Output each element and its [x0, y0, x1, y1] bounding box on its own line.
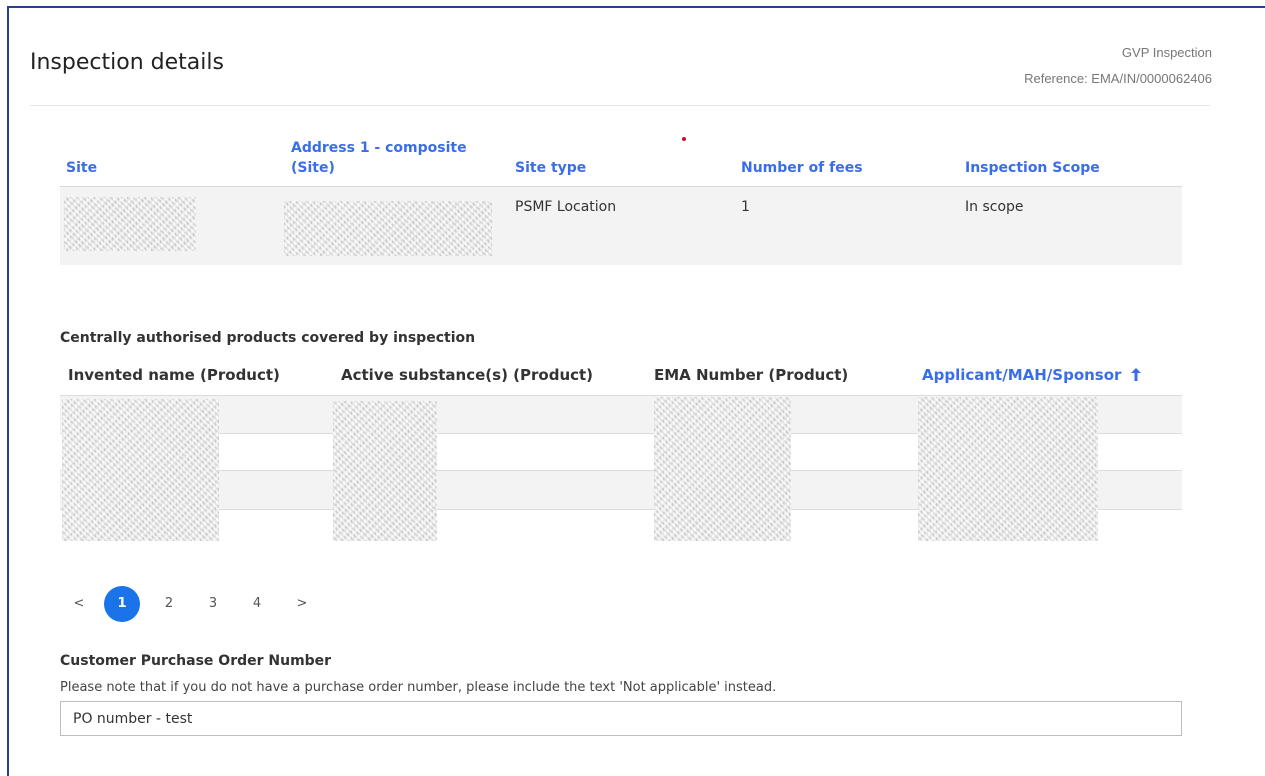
site-table-header: Site Address 1 - composite (Site) Site t… — [60, 135, 1182, 187]
column-header-applicant-label: Applicant/MAH/Sponsor — [922, 366, 1122, 384]
number-of-fees-cell: 1 — [741, 199, 750, 215]
pagination-page-3[interactable]: 3 — [195, 586, 231, 622]
pagination-page-1[interactable]: 1 — [104, 586, 140, 622]
column-header-site-type[interactable]: Site type — [515, 158, 586, 178]
column-header-applicant[interactable]: Applicant/MAH/Sponsor — [922, 366, 1141, 384]
po-number-label: Customer Purchase Order Number — [60, 653, 332, 669]
header-divider — [30, 105, 1210, 106]
column-header-inspection-scope[interactable]: Inspection Scope — [965, 158, 1100, 178]
pagination-prev[interactable]: < — [61, 586, 97, 622]
inspection-reference: Reference: EMA/IN/0000062406 — [1024, 71, 1212, 86]
redacted-site — [64, 197, 196, 251]
table-row[interactable]: PSMF Location 1 In scope — [60, 187, 1182, 265]
column-header-site[interactable]: Site — [66, 158, 97, 178]
arrow-up-icon — [1130, 368, 1141, 381]
inspection-meta: GVP Inspection Reference: EMA/IN/0000062… — [1024, 40, 1212, 92]
inspection-type: GVP Inspection — [1121, 45, 1212, 60]
column-header-active-substance[interactable]: Active substance(s) (Product) — [341, 366, 593, 384]
pagination-next[interactable]: > — [284, 586, 320, 622]
products-caption: Centrally authorised products covered by… — [60, 330, 476, 346]
site-table: Site Address 1 - composite (Site) Site t… — [60, 135, 1182, 265]
redacted-ema-number — [654, 397, 791, 541]
po-number-input[interactable] — [60, 701, 1182, 736]
column-header-ema-number[interactable]: EMA Number (Product) — [654, 366, 848, 384]
pagination-page-4[interactable]: 4 — [239, 586, 275, 622]
redacted-invented-name — [62, 399, 219, 541]
redacted-applicant — [918, 397, 1098, 541]
redacted-address — [284, 201, 492, 256]
page-title: Inspection details — [30, 50, 224, 75]
column-header-invented-name[interactable]: Invented name (Product) — [68, 366, 280, 384]
inspection-scope-cell: In scope — [965, 199, 1024, 215]
po-number-note: Please note that if you do not have a pu… — [60, 680, 777, 695]
pagination-page-2[interactable]: 2 — [151, 586, 187, 622]
redacted-active-substance — [333, 401, 437, 541]
site-type-cell: PSMF Location — [515, 199, 617, 215]
column-header-number-of-fees[interactable]: Number of fees — [741, 158, 863, 178]
column-header-address[interactable]: Address 1 - composite (Site) — [291, 138, 491, 178]
